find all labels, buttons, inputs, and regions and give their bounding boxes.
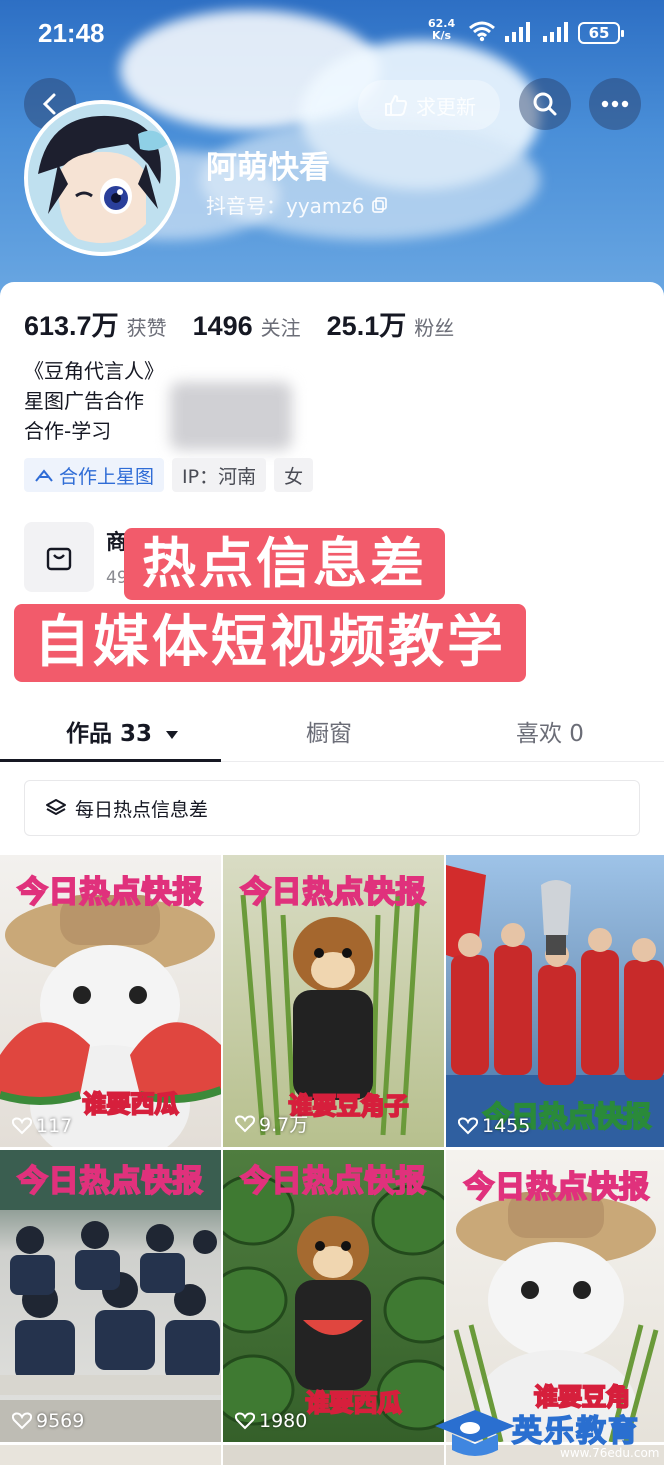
like-count-value: 117 (36, 1115, 73, 1137)
shop-entry[interactable] (24, 522, 94, 592)
copy-icon[interactable] (371, 196, 389, 214)
bio-line-1: 《豆角代言人》 (24, 359, 164, 383)
layers-icon (46, 799, 66, 815)
stat-likes-value[interactable]: 613.7万 (24, 304, 119, 343)
network-speed-unit: K/s (432, 29, 452, 42)
network-speed: 62.4 K/s (428, 18, 455, 42)
profile-header: 21:48 62.4 K/s 65 求更新 阿萌快看 抖音号：yyamz6 (0, 0, 664, 300)
ip-location-tag: IP：河南 (172, 458, 267, 492)
video-title: 今日热点快报 (463, 1169, 650, 1206)
profile-stats: 613.7万 获赞 1496 关注 25.1万 粉丝 (24, 304, 480, 343)
video-grid: 今日热点快报 谁要西瓜 117 今日热点快报 谁要豆角子 9.7万 今日热点快报… (0, 855, 664, 1465)
promo-overlay-line-1: 热点信息差 (124, 528, 445, 600)
douyin-id-text: 抖音号：yyamz6 (206, 194, 365, 218)
video-caption: 谁要西瓜 (82, 1089, 180, 1119)
like-count: 117 (12, 1115, 72, 1137)
like-count: 1455 (458, 1115, 530, 1137)
like-count-value: 9569 (36, 1410, 85, 1432)
heart-icon (235, 1412, 255, 1430)
xingtu-tag[interactable]: 合作上星图 (24, 458, 165, 492)
search-icon (533, 92, 557, 116)
tab-works-label: 作品 33 (66, 721, 153, 747)
video-title: 今日热点快报 (17, 874, 204, 911)
like-count-value: 1980 (259, 1410, 308, 1432)
graduation-cap-logo (435, 1410, 515, 1456)
video-thumbnail[interactable]: 今日热点快报 谁要豆角子 9.7万 (223, 855, 444, 1147)
video-thumbnail[interactable]: 今日热点快报 9569 (0, 1150, 221, 1442)
handshake-icon (35, 469, 53, 482)
stat-following-label: 关注 (260, 316, 301, 340)
tab-likes[interactable]: 喜欢 0 (516, 714, 584, 748)
profile-tags: 合作上星图 IP：河南 女 (24, 458, 314, 492)
bio-line-2: 星图广告合作 (24, 389, 144, 413)
signal-icon (505, 22, 530, 42)
brand-watermark: 英乐教育 www.76edu.com (430, 1402, 664, 1468)
shopping-bag-icon (46, 547, 72, 571)
heart-icon (235, 1114, 255, 1132)
gender-tag: 女 (274, 458, 314, 492)
video-title: 今日热点快报 (240, 874, 427, 911)
video-thumbnail[interactable]: 今日热点快报 谁要西瓜 1980 (223, 1150, 444, 1442)
tab-window[interactable]: 橱窗 (306, 714, 352, 748)
caret-down-icon (166, 731, 179, 739)
bio-line-3: 合作-学习 (24, 419, 112, 443)
video-thumbnail[interactable]: 今日热点快报 谁要西瓜 117 (0, 855, 221, 1147)
video-title: 今日热点快报 (240, 1163, 427, 1200)
avatar[interactable] (24, 100, 180, 256)
active-tab-indicator (0, 759, 221, 762)
heart-icon (12, 1412, 32, 1430)
stat-following-value[interactable]: 1496 (193, 311, 253, 342)
like-count-value: 1455 (482, 1115, 531, 1137)
like-count-value: 9.7万 (259, 1114, 309, 1136)
watermark-url: www.76edu.com (560, 1446, 660, 1460)
signal-icon (543, 22, 568, 42)
tab-works[interactable]: 作品 33 (66, 714, 180, 748)
like-count: 1980 (235, 1410, 307, 1432)
profile-name: 阿萌快看 (206, 150, 330, 186)
request-update-label: 求更新 (416, 94, 476, 119)
status-bar: 21:48 62.4 K/s 65 (0, 14, 664, 54)
collection-entry[interactable]: 每日热点信息差 (24, 780, 640, 836)
request-update-button[interactable]: 求更新 (358, 80, 500, 130)
content-tabs: 作品 33 橱窗 喜欢 0 (0, 704, 664, 762)
search-button[interactable] (519, 78, 571, 130)
like-count: 9.7万 (235, 1110, 308, 1137)
stat-followers-label: 粉丝 (414, 316, 455, 340)
video-title: 今日热点快报 (17, 1163, 204, 1200)
wifi-icon (469, 21, 495, 42)
stat-followers-value[interactable]: 25.1万 (327, 304, 407, 343)
like-count: 9569 (12, 1410, 84, 1432)
xingtu-tag-label: 合作上星图 (59, 465, 155, 488)
status-time: 21:48 (38, 18, 105, 48)
avatar-anime-image (28, 104, 176, 252)
watermark-text: 英乐教育 (511, 1413, 640, 1450)
hand-pointer-icon (385, 95, 407, 116)
bio: 《豆角代言人》 星图广告合作 合作-学习 (24, 356, 164, 446)
more-dots-icon (601, 100, 629, 108)
more-button[interactable] (589, 78, 641, 130)
video-thumbnail[interactable]: 今日热点快报 谁要豆角 (446, 1150, 664, 1442)
douyin-id: 抖音号：yyamz6 (206, 190, 389, 219)
heart-icon (458, 1117, 478, 1135)
promo-overlay-line-2: 自媒体短视频教学 (14, 604, 526, 682)
stat-likes-label: 获赞 (126, 316, 167, 340)
collection-label: 每日热点信息差 (75, 798, 209, 821)
video-thumbnail[interactable]: 今日热点快报 1455 (446, 855, 664, 1147)
heart-icon (12, 1117, 32, 1135)
redaction-blur (170, 382, 292, 450)
video-thumbnail[interactable] (0, 1445, 221, 1465)
battery-indicator: 65 (578, 22, 624, 44)
video-thumbnail[interactable] (223, 1445, 444, 1465)
